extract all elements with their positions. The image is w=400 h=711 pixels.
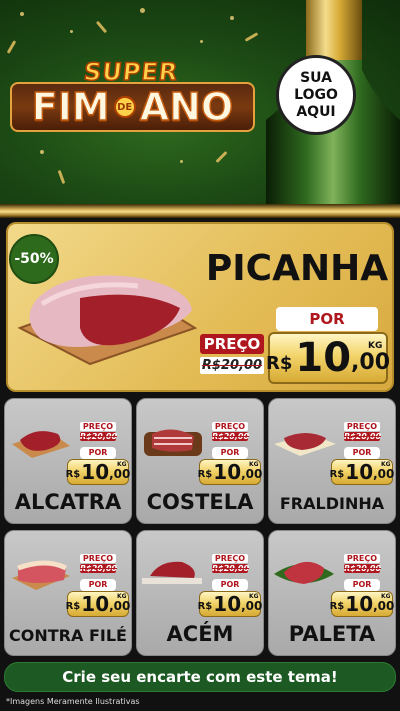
price-integer: 10 [213, 592, 242, 616]
unit-label: KG [368, 341, 383, 351]
por-label: POR [80, 447, 116, 459]
currency-symbol: R$ [197, 601, 213, 612]
sparkle-decoration [200, 40, 203, 43]
product-name: PALETA [288, 622, 376, 646]
preco-label: PREÇO [212, 422, 248, 431]
unit-label: KG [249, 461, 259, 468]
product-name: COSTELA [146, 490, 254, 514]
meat-image [12, 431, 70, 458]
streamer-decoration [57, 169, 66, 185]
old-price: R$20,00 [80, 564, 118, 573]
logo-line: LOGO [294, 86, 338, 103]
price-decimal: ,00 [109, 599, 131, 613]
meat-image [144, 429, 202, 456]
price-integer: 10 [345, 592, 374, 616]
meat-image [274, 561, 334, 584]
logo-line: SUA [300, 69, 332, 86]
flyer: SUPER FIM DE ANO SUA LOGO AQUI -50% PICA… [0, 0, 400, 711]
price-integer: 10 [81, 592, 110, 616]
event-title: SUPER FIM DE ANO [10, 57, 255, 138]
currency-symbol: R$ [329, 469, 345, 480]
product-name: ACÉM [166, 622, 234, 646]
streamer-decoration [215, 150, 228, 164]
old-price: R$20,00 [344, 564, 382, 573]
currency-symbol: R$ [265, 353, 293, 374]
price-integer: 10 [345, 460, 374, 484]
logo-line: AQUI [296, 103, 336, 120]
meat-image [12, 560, 70, 590]
currency-symbol: R$ [197, 469, 213, 480]
old-price-tag: PREÇO R$20,00 [212, 554, 250, 576]
price-integer: 10 [81, 460, 110, 484]
title-fim: FIM [31, 84, 110, 130]
product-name: FRALDINHA [279, 494, 385, 513]
price-decimal: ,00 [109, 467, 131, 481]
divider [0, 204, 400, 218]
old-price-tag: PREÇO R$20,00 [344, 554, 382, 576]
old-price-tag: PREÇO R$20,00 [200, 334, 264, 382]
old-price-tag: PREÇO R$20,00 [344, 422, 382, 444]
price-decimal: ,00 [373, 467, 395, 481]
preco-label: PREÇO [80, 422, 116, 431]
featured-price: R$ 10 ,00 [265, 332, 391, 384]
por-label: POR [344, 447, 380, 459]
old-price-tag: PREÇO R$20,00 [212, 422, 250, 444]
title-ano: ANO [139, 84, 234, 130]
sparkle-decoration [70, 30, 73, 33]
preco-label: PREÇO [80, 554, 116, 563]
logo-placeholder: SUA LOGO AQUI [276, 55, 356, 135]
product-name: ALCATRA [14, 490, 122, 514]
meat-image [274, 433, 336, 456]
currency-symbol: R$ [65, 601, 81, 612]
preco-label: PREÇO [200, 334, 264, 354]
por-label: POR [212, 447, 248, 459]
sparkle-decoration [180, 160, 183, 163]
price-decimal: ,00 [373, 599, 395, 613]
discount-badge: -50% [9, 234, 59, 284]
cta-banner[interactable]: Crie seu encarte com este tema! [4, 662, 396, 692]
unit-label: KG [381, 593, 391, 600]
header-banner: SUPER FIM DE ANO SUA LOGO AQUI [0, 0, 400, 206]
streamer-decoration [244, 32, 259, 42]
title-main: FIM DE ANO [16, 82, 249, 132]
price-integer: 10 [295, 335, 352, 381]
streamer-decoration [6, 40, 17, 54]
sparkle-decoration [230, 16, 234, 20]
old-price: R$20,00 [344, 432, 382, 441]
preco-label: PREÇO [344, 422, 380, 431]
title-de-badge: DE [113, 96, 136, 118]
old-price-tag: PREÇO R$20,00 [80, 554, 118, 576]
old-price: R$20,00 [200, 357, 264, 374]
old-price: R$20,00 [212, 564, 250, 573]
featured-product-name: PICANHA [205, 248, 389, 289]
sparkle-decoration [40, 150, 44, 154]
sparkle-decoration [140, 8, 145, 13]
footnote: *Imagens Meramente Ilustrativas [6, 697, 140, 706]
meat-image [142, 561, 202, 584]
old-price: R$20,00 [80, 432, 118, 441]
preco-label: PREÇO [212, 554, 248, 563]
unit-label: KG [249, 593, 259, 600]
price-decimal: ,00 [241, 599, 263, 613]
sparkle-decoration [20, 12, 24, 16]
preco-label: PREÇO [344, 554, 380, 563]
por-label: POR [344, 579, 380, 591]
product-name: CONTRA FILÉ [9, 626, 127, 645]
unit-label: KG [117, 593, 127, 600]
unit-label: KG [381, 461, 391, 468]
price-integer: 10 [213, 460, 242, 484]
old-price-tag: PREÇO R$20,00 [80, 422, 118, 444]
price-decimal: ,00 [351, 350, 391, 375]
currency-symbol: R$ [65, 469, 81, 480]
currency-symbol: R$ [329, 601, 345, 612]
por-label: POR [212, 579, 248, 591]
unit-label: KG [117, 461, 127, 468]
streamer-decoration [95, 20, 108, 34]
price-decimal: ,00 [241, 467, 263, 481]
por-label: POR [276, 307, 378, 331]
old-price: R$20,00 [212, 432, 250, 441]
por-label: POR [80, 579, 116, 591]
